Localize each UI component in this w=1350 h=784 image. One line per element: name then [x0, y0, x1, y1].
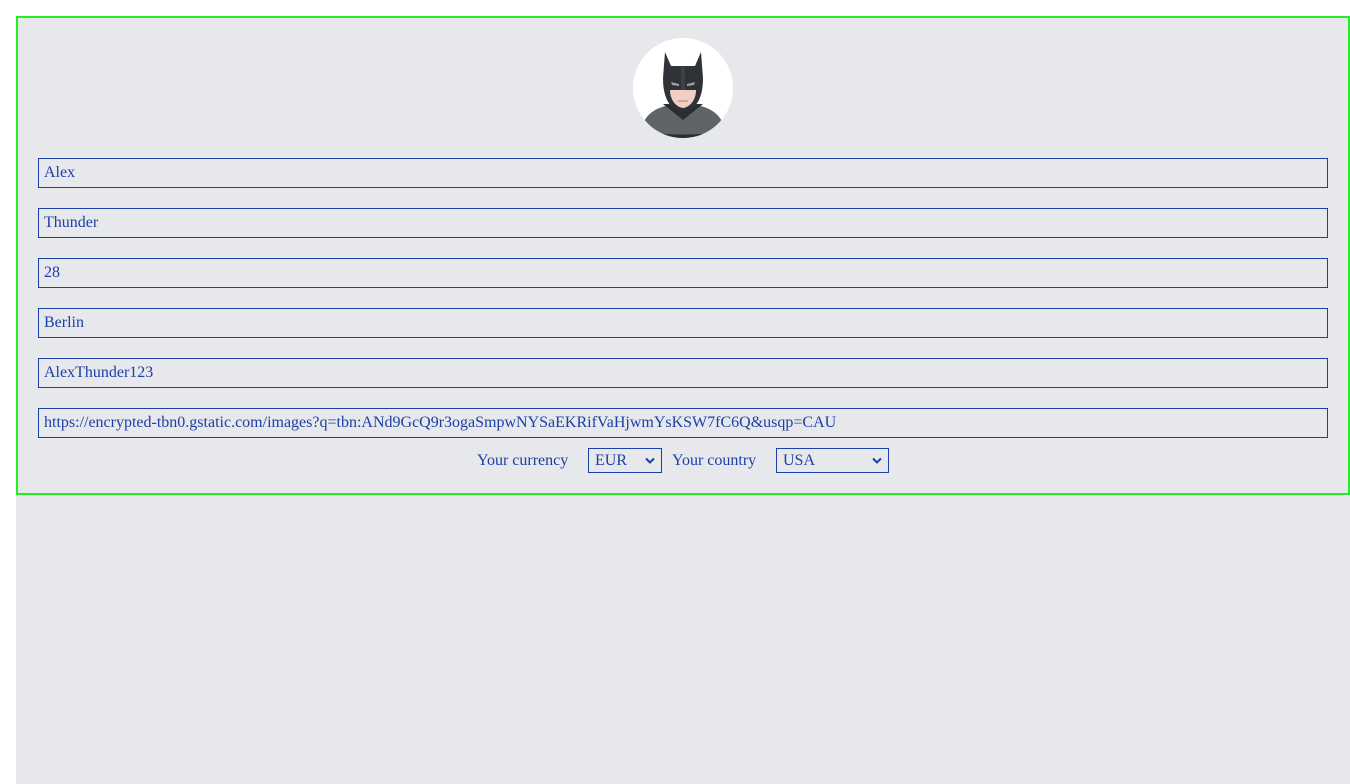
country-select[interactable]: USA — [776, 448, 889, 473]
batman-avatar-icon — [633, 38, 733, 138]
city-input[interactable] — [38, 308, 1328, 338]
selectors-row: Your currency EUR Your country USA — [18, 448, 1348, 474]
profile-form-card: Your currency EUR Your country USA — [16, 16, 1350, 495]
last-name-input[interactable] — [38, 208, 1328, 238]
avatar[interactable] — [633, 38, 733, 138]
currency-select[interactable]: EUR — [588, 448, 662, 473]
country-label: Your country — [672, 452, 757, 469]
chevron-down-icon — [645, 457, 655, 464]
currency-label: Your currency — [477, 452, 569, 469]
age-input[interactable] — [38, 258, 1328, 288]
currency-select-value: EUR — [595, 452, 627, 469]
first-name-input[interactable] — [38, 158, 1328, 188]
chevron-down-icon — [872, 457, 882, 464]
avatar-url-input[interactable] — [38, 408, 1328, 438]
username-input[interactable] — [38, 358, 1328, 388]
country-select-value: USA — [783, 452, 816, 469]
